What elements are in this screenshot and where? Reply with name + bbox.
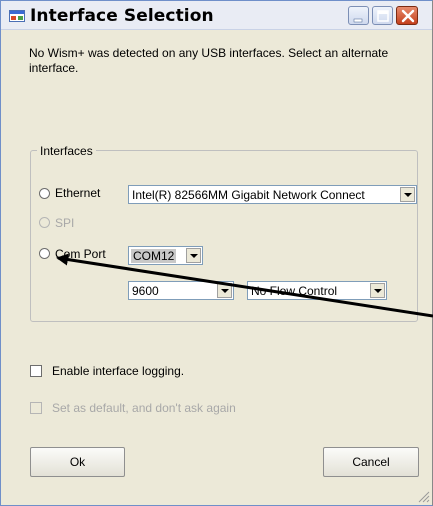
interfaces-group-label: Interfaces <box>37 144 96 158</box>
ethernet-radio[interactable] <box>39 188 50 199</box>
set-default-label: Set as default, and don't ask again <box>52 401 236 415</box>
title-bar[interactable]: Interface Selection <box>1 1 432 30</box>
com-port-value: COM12 <box>131 249 177 263</box>
set-default-checkbox <box>30 402 42 414</box>
minimize-button[interactable] <box>348 6 369 25</box>
close-button[interactable] <box>396 6 418 25</box>
chevron-down-icon[interactable] <box>370 283 385 298</box>
no-device-message: No Wism+ was detected on any USB interfa… <box>29 46 389 75</box>
ethernet-adapter-dropdown[interactable]: Intel(R) 82566MM Gigabit Network Connect <box>128 185 417 204</box>
spi-label: SPI <box>55 216 75 230</box>
enable-logging-label: Enable interface logging. <box>52 364 185 378</box>
ethernet-adapter-value: Intel(R) 82566MM Gigabit Network Connect <box>132 188 365 202</box>
close-icon <box>401 9 415 23</box>
maximize-button[interactable] <box>372 6 393 25</box>
enable-logging-checkbox[interactable] <box>30 365 42 377</box>
flow-control-value: No Flow Control <box>251 284 338 298</box>
spi-radio <box>39 217 50 228</box>
chevron-down-icon[interactable] <box>400 187 415 202</box>
minimize-icon <box>353 18 363 23</box>
flow-control-dropdown[interactable]: No Flow Control <box>247 281 387 300</box>
cancel-button[interactable]: Cancel <box>323 447 419 477</box>
baud-rate-value: 9600 <box>132 284 159 298</box>
window-app-icon <box>9 10 25 22</box>
window-title: Interface Selection <box>30 6 214 26</box>
interface-selection-window: Interface Selection No Wism+ was detecte… <box>0 0 433 506</box>
ethernet-label: Ethernet <box>55 186 101 200</box>
maximize-icon <box>377 10 389 22</box>
com-port-dropdown[interactable]: COM12 <box>128 246 203 265</box>
baud-rate-dropdown[interactable]: 9600 <box>128 281 234 300</box>
chevron-down-icon[interactable] <box>186 248 201 263</box>
resize-grip-icon[interactable] <box>416 489 430 503</box>
com-port-radio[interactable] <box>39 248 50 259</box>
com-port-label: Com Port <box>55 247 106 261</box>
ok-button[interactable]: Ok <box>30 447 125 477</box>
chevron-down-icon[interactable] <box>217 283 232 298</box>
